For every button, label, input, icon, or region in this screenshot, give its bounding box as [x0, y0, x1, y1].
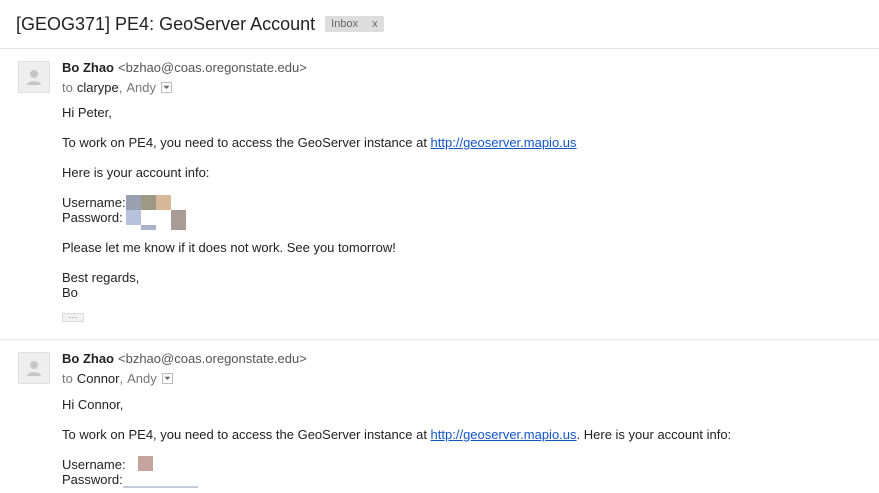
redaction-block — [123, 486, 198, 488]
redaction-block — [141, 195, 156, 210]
closing: Best regards, — [62, 270, 140, 285]
sender-email: <bzhao@coas.oregonstate.edu> — [118, 60, 307, 75]
body-line-access: To work on PE4, you need to access the G… — [62, 427, 731, 442]
username-label: Username: — [62, 457, 126, 472]
redaction-block — [141, 225, 156, 230]
sender-avatar[interactable] — [18, 352, 50, 384]
redaction-block — [171, 210, 186, 230]
redaction-block — [138, 456, 153, 471]
sender-avatar[interactable] — [18, 61, 50, 93]
thread-header: [GEOG371] PE4: GeoServer Account Inbox x — [16, 10, 384, 38]
sender-name[interactable]: Bo Zhao — [62, 60, 114, 75]
body-line-access-text: To work on PE4, you need to access the G… — [62, 135, 431, 150]
body-line-account-info: Here is your account info: — [62, 165, 210, 180]
sender-line: Bo Zhao <bzhao@coas.oregonstate.edu> — [62, 351, 307, 366]
password-label: Password: — [62, 210, 123, 225]
body-line-followup: Please let me know if it does not work. … — [62, 240, 396, 255]
geoserver-link[interactable]: http://geoserver.mapio.us — [431, 135, 577, 150]
inbox-label-chip[interactable]: Inbox x — [325, 16, 384, 32]
to-prefix: to — [62, 80, 73, 95]
greeting: Hi Connor, — [62, 397, 124, 412]
chevron-down-icon — [164, 376, 171, 380]
recipient-separator: , — [119, 371, 124, 386]
recipient-first: clarype — [76, 80, 119, 95]
greeting: Hi Peter, — [62, 105, 112, 120]
recipient-second: Andy — [126, 80, 157, 95]
show-details-button[interactable] — [161, 373, 173, 384]
sender-line: Bo Zhao <bzhao@coas.oregonstate.edu> — [62, 60, 307, 75]
chevron-down-icon — [163, 85, 170, 89]
sender-name[interactable]: Bo Zhao — [62, 351, 114, 366]
redaction-block — [156, 195, 171, 210]
recipient-second: Andy — [127, 371, 157, 386]
redaction-block — [126, 195, 141, 210]
body-line-access-text: To work on PE4, you need to access the G… — [62, 427, 431, 442]
recipients-line: to Connor, Andy — [62, 371, 173, 386]
body-line-account-info: . Here is your account info: — [576, 427, 732, 442]
email-message-2: Bo Zhao <bzhao@coas.oregonstate.edu> to C… — [0, 340, 879, 493]
to-prefix: to — [62, 371, 73, 386]
inbox-label-text: Inbox — [331, 18, 359, 30]
password-label: Password: — [62, 472, 123, 487]
avatar-person-icon — [19, 62, 49, 92]
recipient-first: Connor — [76, 371, 120, 386]
thread-subject: [GEOG371] PE4: GeoServer Account — [16, 13, 316, 34]
geoserver-link[interactable]: http://geoserver.mapio.us — [431, 427, 577, 442]
sender-email: <bzhao@coas.oregonstate.edu> — [118, 351, 307, 366]
signature: Bo — [62, 285, 78, 300]
recipients-line: to clarype, Andy — [62, 80, 173, 95]
avatar-person-icon — [19, 353, 49, 383]
email-message-1: Bo Zhao <bzhao@coas.oregonstate.edu> to c… — [0, 49, 879, 339]
body-line-access: To work on PE4, you need to access the G… — [62, 135, 577, 150]
username-label: Username: — [62, 195, 126, 210]
show-details-button[interactable] — [161, 82, 173, 93]
recipient-separator: , — [118, 80, 123, 95]
remove-label-button[interactable]: x — [372, 18, 378, 30]
show-trimmed-content-button[interactable]: ··· — [62, 313, 84, 322]
email-thread-view: [GEOG371] PE4: GeoServer Account Inbox x… — [0, 0, 879, 493]
redaction-block — [126, 210, 141, 225]
